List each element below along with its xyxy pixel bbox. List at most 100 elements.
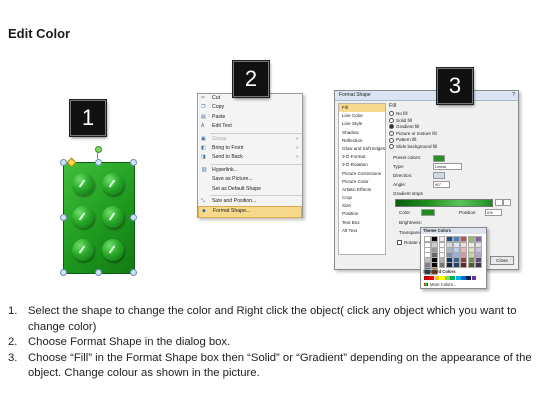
- color-swatch[interactable]: [460, 262, 468, 269]
- menu-separator: [210, 132, 302, 134]
- category-item[interactable]: Glow and Soft Edges: [339, 145, 385, 153]
- cut-icon: ✂: [201, 95, 206, 101]
- category-item[interactable]: Artistic Effects: [339, 186, 385, 194]
- color-swatch[interactable]: [471, 276, 477, 281]
- color-swatch[interactable]: [450, 276, 456, 281]
- color-swatch[interactable]: [466, 276, 472, 281]
- fill-option[interactable]: Picture or texture fill: [389, 131, 515, 138]
- radio-button[interactable]: [389, 144, 394, 150]
- more-colors-link[interactable]: More Colors...: [424, 282, 456, 287]
- radio-button[interactable]: [389, 117, 394, 123]
- menu-item-copy[interactable]: ❐ Copy: [198, 103, 302, 112]
- fill-option[interactable]: No fill: [389, 111, 515, 118]
- angle-value: 90°: [435, 182, 442, 187]
- fill-options: No fill Solid fill Gradient fill Picture or…: [389, 111, 515, 151]
- category-item[interactable]: Alt Text: [339, 227, 385, 235]
- edit-text-icon: A: [201, 123, 205, 130]
- fill-option[interactable]: Gradient fill: [389, 124, 515, 131]
- menu-separator: [210, 194, 302, 196]
- fill-option[interactable]: Pattern fill: [389, 137, 515, 144]
- add-stop-button[interactable]: [495, 199, 503, 206]
- category-item[interactable]: Fill: [339, 104, 385, 113]
- color-swatch[interactable]: [475, 262, 482, 269]
- menu-item-set-as-default-shape[interactable]: Set as Default Shape: [198, 185, 302, 194]
- category-item[interactable]: Position: [339, 210, 385, 218]
- category-item[interactable]: 3-D Rotation: [339, 161, 385, 169]
- color-swatch[interactable]: [424, 262, 431, 269]
- lego-brick-shape[interactable]: [60, 146, 137, 276]
- menu-item-label: Set as Default Shape: [212, 185, 262, 192]
- color-swatch[interactable]: [424, 276, 429, 281]
- menu-item-hyperlink[interactable]: ⛓ Hyperlink...: [198, 166, 302, 175]
- hyperlink-icon: ⛓: [201, 166, 208, 173]
- category-item[interactable]: Crop: [339, 194, 385, 202]
- angle-label: Angle:: [393, 182, 407, 187]
- paste-icon: ▤: [201, 113, 206, 120]
- resize-handle[interactable]: [95, 159, 102, 166]
- color-swatch[interactable]: [461, 276, 466, 281]
- menu-item-size-and-position[interactable]: ⤡ Size and Position...: [198, 197, 302, 206]
- menu-item-format-shape[interactable]: ◆ Format Shape...: [198, 206, 302, 218]
- menu-item-paste[interactable]: ▤ Paste: [198, 113, 302, 122]
- menu-item-send-to-back[interactable]: ◨ Send to Back ›: [198, 153, 302, 162]
- color-swatch[interactable]: [445, 276, 450, 281]
- angle-input[interactable]: 90°: [433, 181, 450, 188]
- category-item[interactable]: Line Style: [339, 120, 385, 128]
- color-dropdown[interactable]: [421, 209, 435, 216]
- resize-handle[interactable]: [130, 159, 137, 166]
- color-swatch[interactable]: [439, 276, 445, 281]
- category-item[interactable]: Line Color: [339, 112, 385, 120]
- direction-button[interactable]: [433, 172, 445, 179]
- fill-option-label: Solid fill: [396, 117, 412, 123]
- resize-handle[interactable]: [60, 214, 67, 221]
- swatch-row: [424, 262, 486, 275]
- preset-colors-button[interactable]: [433, 155, 445, 162]
- resize-handle[interactable]: [130, 214, 137, 221]
- color-swatch[interactable]: [453, 262, 460, 269]
- gradient-stops-bar[interactable]: [395, 199, 493, 207]
- copy-icon: ❐: [201, 104, 206, 111]
- menu-item-bring-to-front[interactable]: ◧ Bring to Front ›: [198, 144, 302, 153]
- category-item[interactable]: Text Box: [339, 219, 385, 227]
- radio-button[interactable]: [389, 131, 394, 137]
- radio-button[interactable]: [389, 137, 394, 143]
- color-swatch[interactable]: [431, 262, 439, 269]
- step-text: Select the shape to change the color and…: [28, 305, 517, 333]
- fill-option-label: No fill: [396, 111, 408, 116]
- resize-handle[interactable]: [95, 269, 102, 276]
- position-input[interactable]: 0%: [485, 209, 502, 216]
- color-swatch[interactable]: [467, 262, 475, 269]
- dialog-title: Format Shape: [339, 92, 371, 98]
- menu-item-group[interactable]: ▣ Group ›: [198, 135, 302, 144]
- color-swatch[interactable]: [429, 276, 435, 281]
- size-position-icon: ⤡: [201, 197, 206, 204]
- close-button[interactable]: Close: [490, 256, 514, 265]
- remove-stop-button[interactable]: [503, 199, 511, 206]
- type-dropdown[interactable]: Linear: [433, 163, 462, 170]
- category-item[interactable]: Picture Color: [339, 178, 385, 186]
- category-item[interactable]: Shadow: [339, 129, 385, 137]
- color-swatch[interactable]: [445, 262, 453, 269]
- help-icon[interactable]: ?: [512, 91, 515, 100]
- radio-button[interactable]: [389, 111, 394, 117]
- step-number: 2.: [8, 336, 18, 348]
- color-swatch[interactable]: [438, 262, 446, 269]
- resize-handle[interactable]: [60, 269, 67, 276]
- category-item[interactable]: Picture Corrections: [339, 170, 385, 178]
- fill-option[interactable]: Slide background fill: [389, 144, 515, 151]
- category-item[interactable]: 3-D Format: [339, 153, 385, 161]
- category-item[interactable]: Size: [339, 202, 385, 210]
- save-as-picture-icon: [201, 177, 207, 182]
- menu-item-label: Save as Picture...: [212, 176, 253, 183]
- menu-item-save-as-picture[interactable]: Save as Picture...: [198, 175, 302, 184]
- color-swatch[interactable]: [434, 276, 440, 281]
- rotate-checkbox[interactable]: [397, 240, 402, 246]
- fill-option[interactable]: Solid fill: [389, 118, 515, 125]
- color-label: Color: [399, 210, 410, 215]
- radio-button[interactable]: [389, 124, 394, 130]
- resize-handle[interactable]: [130, 269, 137, 276]
- color-swatch[interactable]: [455, 276, 461, 281]
- menu-item-edit-text[interactable]: A Edit Text: [198, 122, 302, 131]
- category-list: Fill Line Color Line Style Shadow Reflection…: [338, 103, 386, 255]
- category-item[interactable]: Reflection: [339, 137, 385, 145]
